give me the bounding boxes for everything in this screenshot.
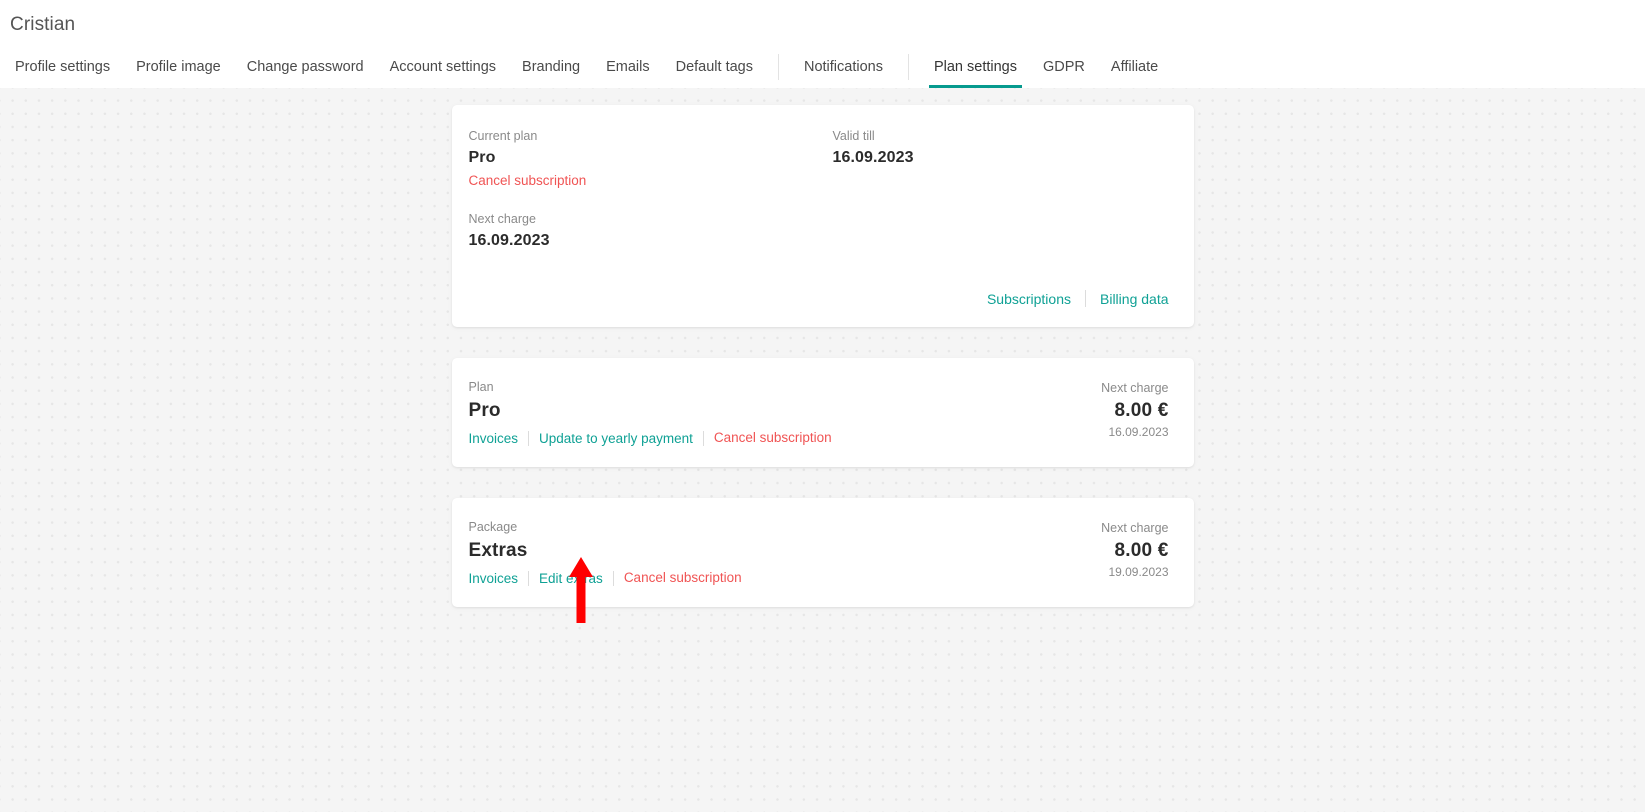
plan-subscription-card: Plan Pro Invoices Update to yearly payme… [452, 358, 1194, 467]
tab-label: GDPR [1043, 59, 1085, 75]
cards-column: Current plan Pro Cancel subscription Nex… [452, 88, 1194, 607]
tab-notifications[interactable]: Notifications [791, 46, 896, 88]
extras-charge-date: 19.09.2023 [1101, 564, 1168, 580]
plan-charge-date: 16.09.2023 [1101, 424, 1168, 440]
link-divider [528, 571, 529, 586]
billing-data-link[interactable]: Billing data [1100, 291, 1169, 307]
tab-label: Profile settings [15, 59, 110, 75]
edit-extras-link[interactable]: Edit extras [539, 571, 603, 586]
tab-affiliate[interactable]: Affiliate [1098, 46, 1171, 88]
page-title: Cristian [0, 8, 1645, 46]
tab-label: Change password [247, 59, 364, 75]
tab-label: Plan settings [934, 59, 1017, 75]
tab-change-password[interactable]: Change password [234, 46, 377, 88]
next-charge-block: Next charge 16.09.2023 [469, 210, 833, 253]
tab-label: Emails [606, 59, 650, 75]
app-root: Cristian Profile settings Profile image … [0, 0, 1645, 812]
tab-profile-image[interactable]: Profile image [123, 46, 234, 88]
extras-invoices-link[interactable]: Invoices [469, 571, 519, 586]
tab-branding[interactable]: Branding [509, 46, 593, 88]
extras-subscription-info: Package Extras Invoices Edit extras Canc… [469, 518, 1102, 589]
next-charge-label: Next charge [469, 210, 833, 229]
plan-cancel-subscription-link[interactable]: Cancel subscription [714, 427, 832, 449]
tab-label: Branding [522, 59, 580, 75]
extras-subscription-card: Package Extras Invoices Edit extras Canc… [452, 498, 1194, 607]
plan-overview-grid: Current plan Pro Cancel subscription Nex… [469, 127, 1169, 253]
tab-group-divider [778, 54, 779, 80]
plan-actions: Invoices Update to yearly payment Cancel… [469, 427, 1102, 449]
tab-plan-settings[interactable]: Plan settings [921, 46, 1030, 88]
plan-subscription-info: Plan Pro Invoices Update to yearly payme… [469, 378, 1102, 449]
valid-till-column: Valid till 16.09.2023 [833, 127, 914, 253]
extras-name: Extras [469, 537, 1102, 565]
plan-name: Pro [469, 397, 1102, 425]
current-plan-label: Current plan [469, 127, 833, 146]
link-divider [613, 571, 614, 586]
current-plan-column: Current plan Pro Cancel subscription Nex… [469, 127, 833, 253]
extras-actions: Invoices Edit extras Cancel subscription [469, 567, 1102, 589]
tab-label: Default tags [676, 59, 753, 75]
valid-till-label: Valid till [833, 127, 914, 146]
tab-label: Profile image [136, 59, 221, 75]
link-divider [528, 431, 529, 446]
settings-tab-bar: Profile settings Profile image Change pa… [0, 46, 1645, 88]
tab-profile-settings[interactable]: Profile settings [2, 46, 123, 88]
tab-default-tags[interactable]: Default tags [663, 46, 766, 88]
tab-group-divider [908, 54, 909, 80]
tab-account-settings[interactable]: Account settings [377, 46, 509, 88]
plan-invoices-link[interactable]: Invoices [469, 431, 519, 446]
tab-label: Notifications [804, 59, 883, 75]
extras-price: 8.00 € [1101, 538, 1168, 564]
extras-next-charge-label: Next charge [1101, 519, 1168, 538]
current-plan-value: Pro [469, 146, 833, 170]
extras-cancel-subscription-link[interactable]: Cancel subscription [624, 567, 742, 589]
extras-charge-info: Next charge 8.00 € 19.09.2023 [1101, 518, 1168, 580]
next-charge-value: 16.09.2023 [469, 229, 833, 253]
extras-type-label: Package [469, 518, 1102, 537]
plan-overview-card: Current plan Pro Cancel subscription Nex… [452, 105, 1194, 327]
subscriptions-link[interactable]: Subscriptions [987, 291, 1071, 307]
cancel-subscription-link[interactable]: Cancel subscription [469, 170, 587, 192]
tab-gdpr[interactable]: GDPR [1030, 46, 1098, 88]
plan-type-label: Plan [469, 378, 1102, 397]
plan-charge-info: Next charge 8.00 € 16.09.2023 [1101, 378, 1168, 440]
tab-emails[interactable]: Emails [593, 46, 663, 88]
link-divider [703, 431, 704, 446]
tab-label: Affiliate [1111, 59, 1158, 75]
valid-till-value: 16.09.2023 [833, 146, 914, 170]
content-area: Current plan Pro Cancel subscription Nex… [0, 88, 1645, 812]
plan-overview-footer: Subscriptions Billing data [469, 290, 1169, 307]
plan-next-charge-label: Next charge [1101, 379, 1168, 398]
top-bar: Cristian Profile settings Profile image … [0, 0, 1645, 88]
link-divider [1085, 290, 1086, 307]
plan-price: 8.00 € [1101, 398, 1168, 424]
update-to-yearly-payment-link[interactable]: Update to yearly payment [539, 431, 693, 446]
tab-label: Account settings [390, 59, 496, 75]
